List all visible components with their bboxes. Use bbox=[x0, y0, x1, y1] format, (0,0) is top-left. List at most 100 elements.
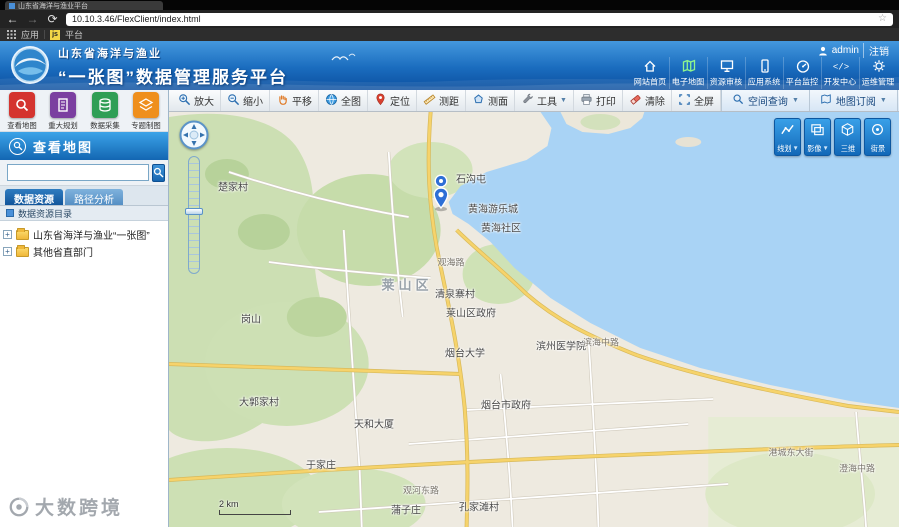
map-labels-layer: 石沟屯 黄海游乐城 黄海社区 楚家村 岗山 清泉寨村 莱山区政府 烟台大学 滨州医学院 烟台市政府… bbox=[169, 112, 899, 527]
app-launcher-item-2[interactable]: 数据采集 bbox=[86, 92, 124, 131]
dbw-app-icon bbox=[91, 92, 118, 118]
basemap-button-1[interactable]: 影像 ▼ bbox=[804, 118, 831, 156]
tool-1[interactable]: 缩小 bbox=[221, 90, 270, 111]
bookmark-platform[interactable]: 平台 bbox=[65, 28, 83, 41]
header-nav-label: 平台监控 bbox=[786, 77, 819, 87]
tree-expander-icon[interactable]: + bbox=[3, 247, 12, 256]
tool-label: 测距 bbox=[439, 97, 459, 108]
back-button[interactable]: ← bbox=[6, 13, 19, 25]
tree-header-label: 数据资源目录 bbox=[18, 208, 73, 219]
header-nav-6[interactable]: 运维管理 bbox=[859, 57, 897, 89]
zoom-slider[interactable] bbox=[188, 156, 200, 274]
apps-grid-icon[interactable] bbox=[7, 30, 16, 39]
zoom-slider-handle[interactable] bbox=[185, 208, 203, 215]
header-nav-0[interactable]: 网站首页 bbox=[631, 57, 669, 89]
url-text: 10.10.3.46/FlexClient/index.html bbox=[72, 14, 201, 24]
apps-label[interactable]: 应用 bbox=[21, 28, 39, 41]
tool-7[interactable]: 工具 ▼ bbox=[515, 90, 574, 111]
map-label: 石沟屯 bbox=[456, 174, 486, 186]
map-label: 烟台市政府 bbox=[481, 400, 531, 412]
map-label: 烟台大学 bbox=[445, 348, 485, 360]
tool-3[interactable]: 全图 bbox=[319, 90, 368, 111]
sidebar-tab-0[interactable]: 数据资源 bbox=[5, 189, 63, 206]
map-marker-pin[interactable] bbox=[429, 174, 453, 212]
docw-app-icon bbox=[50, 92, 77, 118]
bookmark-star-icon[interactable]: ☆ bbox=[878, 14, 887, 24]
tool-label: 打印 bbox=[595, 97, 616, 108]
header-nav-label: 网站首页 bbox=[633, 77, 667, 87]
scale-label: 2 km bbox=[219, 499, 239, 509]
gear-icon bbox=[871, 58, 887, 74]
tool-8[interactable]: 打印 bbox=[574, 90, 623, 111]
search-input[interactable] bbox=[7, 164, 149, 181]
map-label: 清泉寨村 bbox=[435, 289, 475, 301]
forward-button[interactable]: → bbox=[26, 13, 39, 25]
scale-bar: 2 km bbox=[219, 499, 291, 515]
tab-favicon-icon bbox=[9, 2, 15, 9]
sidebar: 查看地图 重大规划 数据采集 专题制图 查看地图 数据资源 路径分析 数据资源目录 + 山… bbox=[0, 90, 169, 527]
header-nav-3[interactable]: 应用系统 bbox=[745, 57, 783, 89]
user-icon bbox=[818, 46, 827, 55]
map-toolbar-right: 空间查询▼地图订阅▼时空管理▼ bbox=[720, 90, 899, 111]
view-map-icon bbox=[9, 137, 26, 155]
tree-header: 数据资源目录 bbox=[0, 206, 168, 221]
bookmarks-separator bbox=[44, 30, 46, 39]
map-toolbar: 放大缩小平移全图定位测距测面工具▼打印清除全屏 空间查询▼地图订阅▼时空管理▼ bbox=[169, 90, 899, 112]
tool-5[interactable]: 测距 bbox=[417, 90, 466, 111]
right-tool-label: 地图订阅 bbox=[835, 97, 876, 108]
tool-0[interactable]: 放大 bbox=[172, 90, 221, 111]
map-label: 岗山 bbox=[241, 314, 261, 326]
basemap-switcher: 线划 ▼ 影像 ▼ 三维 街景 bbox=[774, 118, 891, 156]
tree-item-1[interactable]: + 其他省直部门 bbox=[3, 243, 165, 260]
panel-header: 查看地图 bbox=[0, 132, 168, 160]
sidebar-tabs: 数据资源 路径分析 bbox=[0, 186, 168, 206]
sidebar-tab-1[interactable]: 路径分析 bbox=[65, 189, 123, 206]
panel-title: 查看地图 bbox=[33, 139, 94, 155]
tree-expander-icon[interactable]: + bbox=[3, 230, 12, 239]
logout-button[interactable]: 注销 bbox=[863, 43, 889, 58]
bmimg-icon bbox=[810, 122, 825, 142]
tool-4[interactable]: 定位 bbox=[368, 90, 417, 111]
reload-button[interactable]: ⟳ bbox=[46, 13, 59, 25]
search-button[interactable] bbox=[152, 163, 165, 182]
eraser-icon bbox=[629, 93, 642, 109]
header-nav-5[interactable]: </> 开发中心 bbox=[821, 57, 859, 89]
caret-down-icon: ▼ bbox=[791, 97, 799, 104]
tool-label: 全屏 bbox=[693, 97, 714, 108]
basemap-button-2[interactable]: 三维 bbox=[834, 118, 861, 156]
tool-9[interactable]: 清除 bbox=[623, 90, 672, 111]
app-launcher-item-3[interactable]: 专题制图 bbox=[127, 92, 165, 131]
poly-icon bbox=[472, 93, 485, 109]
platform-logo bbox=[11, 46, 49, 84]
url-bar[interactable]: 10.10.3.46/FlexClient/index.html ☆ bbox=[66, 12, 893, 26]
header-nav-1[interactable]: 电子地图 bbox=[669, 57, 707, 89]
app-launcher-item-1[interactable]: 重大规划 bbox=[44, 92, 82, 131]
browser-tab[interactable]: 山东省海洋与渔业平台 bbox=[5, 1, 163, 10]
tool-6[interactable]: 测面 bbox=[466, 90, 515, 111]
basemap-button-label: 三维 bbox=[840, 144, 855, 153]
tree-item-0[interactable]: + 山东省海洋与渔业“一张图” bbox=[3, 226, 165, 243]
basemap-button-3[interactable]: 街景 bbox=[864, 118, 891, 156]
browser-tab-bar: 山东省海洋与渔业平台 bbox=[0, 0, 899, 10]
right-tool-label: 空间查询 bbox=[747, 97, 788, 108]
basemap-button-0[interactable]: 线划 ▼ bbox=[774, 118, 801, 156]
map-label: 蒲子庄 bbox=[391, 505, 421, 517]
map-label: 楚家村 bbox=[218, 182, 248, 194]
bmcube-icon bbox=[840, 122, 855, 142]
app-launcher-item-0[interactable]: 查看地图 bbox=[3, 92, 41, 131]
right-tool-1[interactable]: 地图订阅 ▼ bbox=[808, 90, 897, 111]
tool-2[interactable]: 平移 bbox=[270, 90, 319, 111]
map-label: 大郭家村 bbox=[239, 397, 279, 409]
app-launcher-label: 重大规划 bbox=[48, 121, 79, 130]
tool-10[interactable]: 全屏 bbox=[672, 90, 721, 111]
map-tools-group: 放大 缩小 平移 全图 定位 测距 测面 工具 ▼ 打印 清除 全屏 bbox=[172, 90, 721, 111]
app-header: 山东省海洋与渔业 “一张图”数据管理服务平台 admin 注销 网站首页 电子地图… bbox=[0, 41, 899, 90]
pan-compass[interactable] bbox=[179, 120, 209, 150]
right-tool-0[interactable]: 空间查询 ▼ bbox=[720, 90, 809, 111]
header-nav-label: 开发中心 bbox=[824, 77, 857, 87]
map-viewport[interactable]: 石沟屯 黄海游乐城 黄海社区 楚家村 岗山 清泉寨村 莱山区政府 烟台大学 滨州医学院 烟台市政府… bbox=[169, 112, 899, 527]
header-nav-4[interactable]: 平台监控 bbox=[783, 57, 821, 89]
svg-text:</>: </> bbox=[833, 63, 849, 73]
header-nav-2[interactable]: 资源审核 bbox=[707, 57, 745, 89]
search-row bbox=[0, 160, 168, 186]
